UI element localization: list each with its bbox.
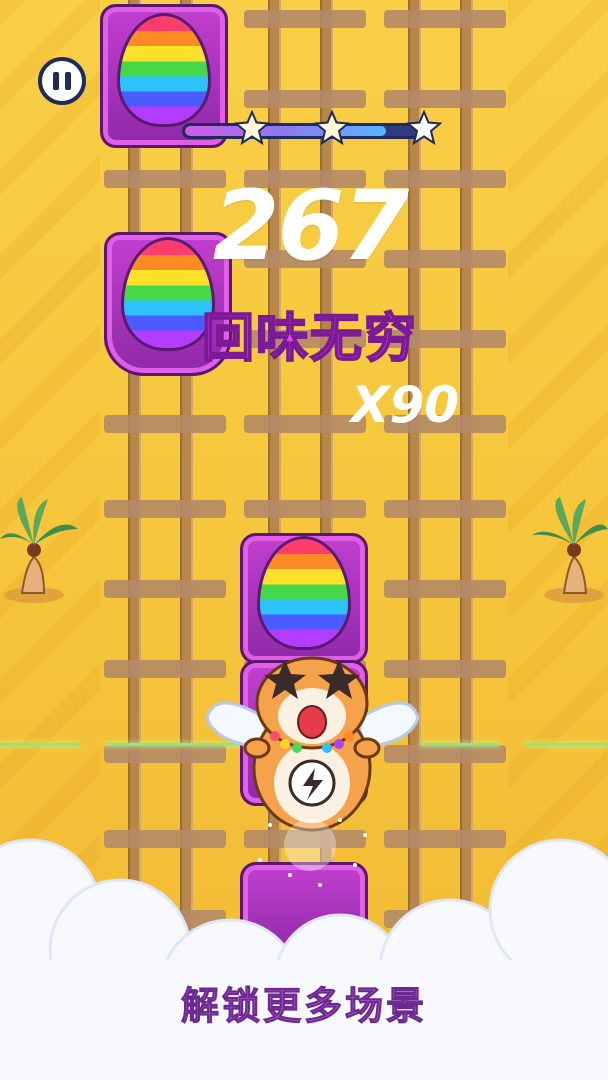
star-icon xyxy=(314,110,350,146)
unlock-scenes-caption: 解锁更多场景 xyxy=(180,984,427,1029)
palm-tree-icon xyxy=(0,497,78,603)
game-stage[interactable]: 267 回味无穷 X90 解锁更多场景 xyxy=(0,0,608,1080)
star-icon xyxy=(406,110,442,146)
palm-tree-icon xyxy=(532,497,608,603)
rainbow-egg-icon xyxy=(257,536,351,650)
star-icon xyxy=(234,110,270,146)
progress-fill xyxy=(185,126,387,136)
pause-icon xyxy=(53,72,59,90)
laser-line xyxy=(0,743,80,746)
train-car[interactable] xyxy=(240,533,368,664)
combo-label: 回味无穷 xyxy=(201,308,418,370)
score-counter: 267 xyxy=(212,170,409,282)
laser-line xyxy=(525,743,608,746)
pause-button[interactable] xyxy=(38,57,86,105)
combo-multiplier: X90 xyxy=(350,376,460,434)
cloud-foreground xyxy=(0,838,608,1080)
rainbow-egg-icon xyxy=(117,13,211,127)
laser-line xyxy=(420,743,500,746)
level-progress-bar xyxy=(182,123,422,139)
